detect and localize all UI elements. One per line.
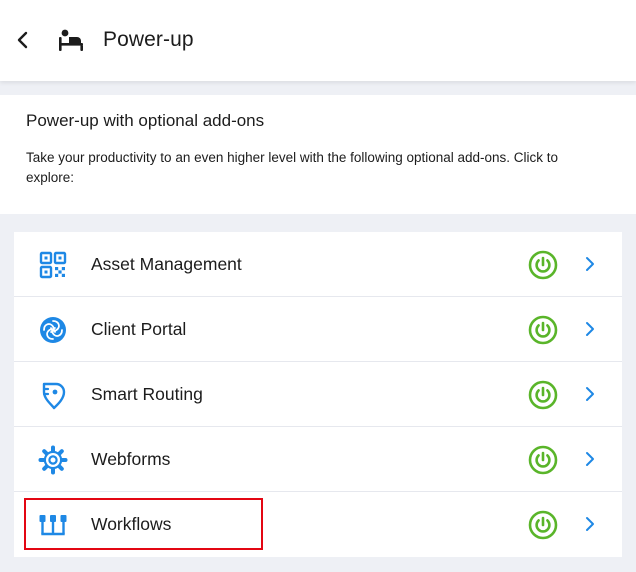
power-toggle-icon[interactable] (528, 380, 558, 410)
intro-description: Take your productivity to an even higher… (26, 150, 559, 185)
power-toggle-icon[interactable] (528, 445, 558, 475)
addon-row-asset-management[interactable]: Asset Management (14, 232, 622, 297)
massage-bed-icon (57, 26, 85, 54)
gear-icon (38, 445, 68, 475)
intro-title: Power-up with optional add-ons (26, 111, 265, 130)
addon-row-webforms[interactable]: Webforms (14, 427, 622, 492)
portal-swirl-icon (38, 315, 68, 345)
chevron-right-icon[interactable] (580, 254, 600, 274)
addon-label: Client Portal (91, 319, 187, 339)
intro-panel: Power-up with optional add-ons Take your… (0, 95, 636, 214)
addon-label: Webforms (91, 449, 171, 469)
chevron-right-icon[interactable] (580, 384, 600, 404)
page-title: Power-up (103, 28, 194, 51)
addon-label: Asset Management (91, 254, 242, 274)
back-chevron-icon[interactable] (11, 28, 35, 52)
power-toggle-icon[interactable] (528, 510, 558, 540)
addon-row-workflows[interactable]: Workflows (14, 492, 622, 557)
qr-code-icon (38, 250, 68, 280)
workflow-icon (38, 510, 68, 540)
power-toggle-icon[interactable] (528, 250, 558, 280)
addon-label: Workflows (91, 514, 172, 534)
chevron-right-icon[interactable] (580, 319, 600, 339)
map-pin-icon (38, 380, 68, 410)
addon-row-client-portal[interactable]: Client Portal (14, 297, 622, 362)
power-toggle-icon[interactable] (528, 315, 558, 345)
addon-row-smart-routing[interactable]: Smart Routing (14, 362, 622, 427)
addon-label: Smart Routing (91, 384, 203, 404)
chevron-right-icon[interactable] (580, 449, 600, 469)
chevron-right-icon[interactable] (580, 514, 600, 534)
page-header: Power-up (0, 0, 636, 81)
addon-list: Asset Management Client Portal Smart Rou… (14, 232, 622, 557)
